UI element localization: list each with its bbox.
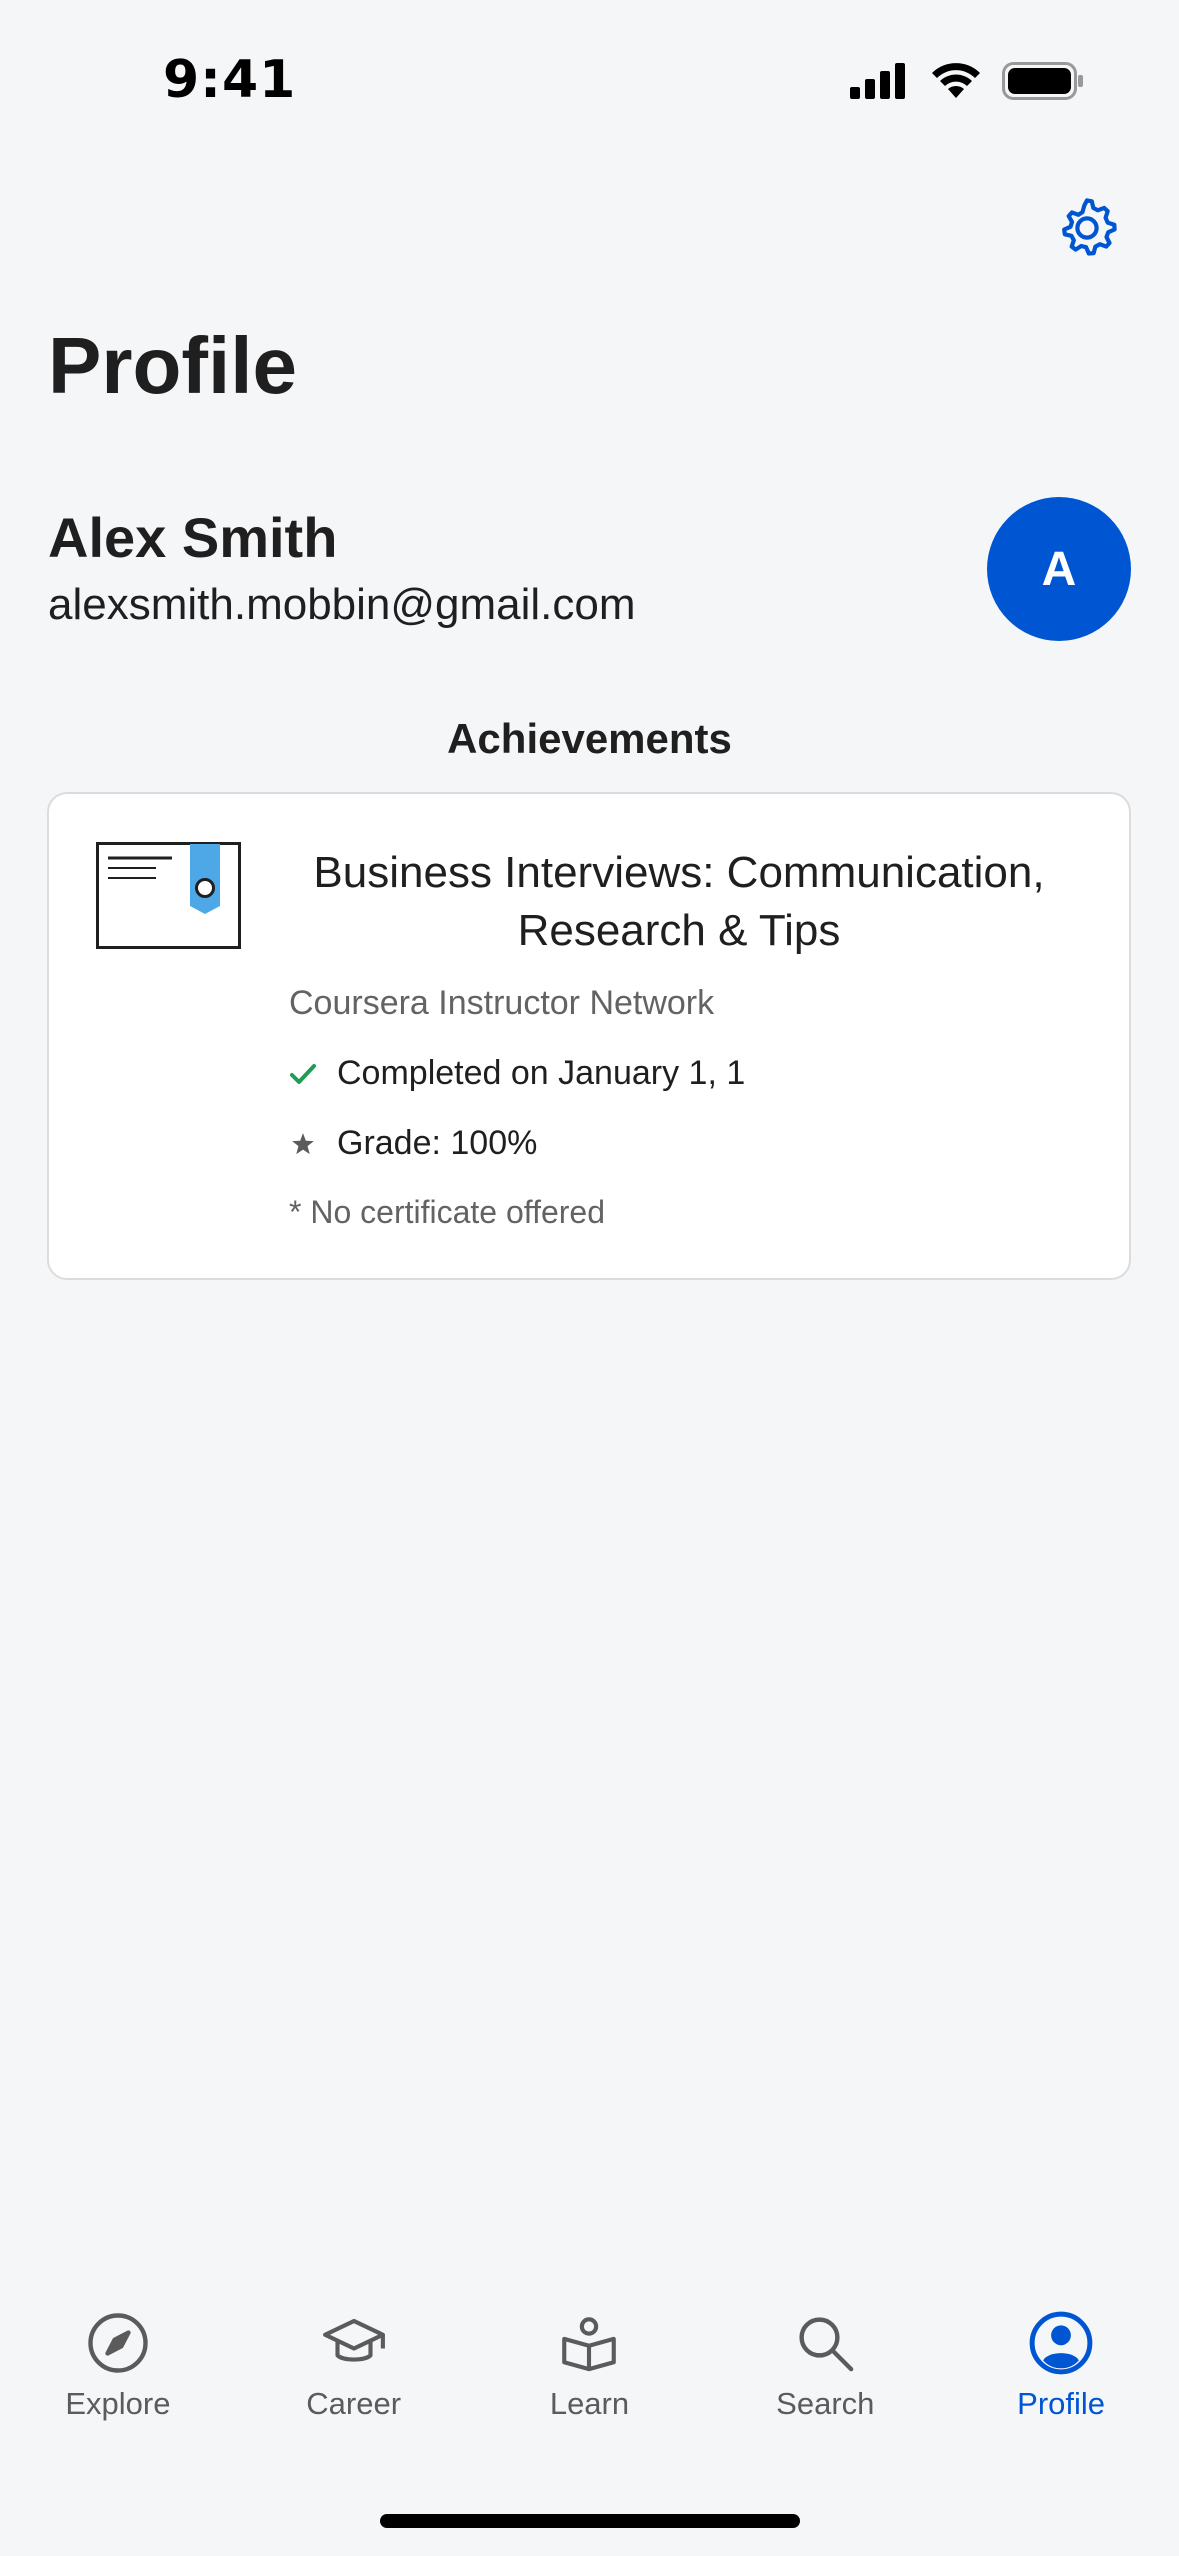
tab-label: Search — [776, 2386, 875, 2421]
tab-learn[interactable]: Learn — [489, 2310, 689, 2460]
achievement-card[interactable]: Business Interviews: Communication, Rese… — [47, 792, 1131, 1280]
tab-explore[interactable]: Explore — [18, 2310, 218, 2460]
tab-career[interactable]: Career — [254, 2310, 454, 2460]
wifi-icon — [930, 62, 982, 105]
cellular-signal-icon — [850, 63, 910, 104]
book-reader-icon — [556, 2310, 622, 2376]
achievements-title: Achievements — [447, 715, 732, 762]
grade-row: Grade: 100% — [289, 1124, 537, 1163]
tab-search[interactable]: Search — [725, 2310, 925, 2460]
avatar[interactable]: A — [987, 497, 1131, 641]
search-icon — [792, 2310, 858, 2376]
tab-bar: Explore Career Learn Search Profile — [0, 2310, 1179, 2460]
certificate-note: * No certificate offered — [289, 1194, 606, 1230]
tab-label: Explore — [65, 2386, 171, 2421]
profile-icon — [1028, 2310, 1094, 2376]
graduation-cap-icon — [321, 2310, 387, 2376]
status-time: 9:41 — [163, 50, 297, 110]
checkmark-icon — [289, 1063, 317, 1085]
user-name: Alex Smith — [48, 506, 338, 569]
course-title[interactable]: Business Interviews: Communication, Rese… — [279, 844, 1079, 960]
completion-date: Completed on January 1, 1 — [337, 1054, 746, 1092]
star-icon — [289, 1131, 317, 1157]
user-email: alexsmith.mobbin@gmail.com — [48, 580, 636, 629]
status-icons — [850, 62, 1084, 105]
certificate-icon — [96, 842, 242, 955]
compass-icon — [85, 2310, 151, 2376]
tab-label: Learn — [549, 2386, 630, 2421]
status-bar: 9:41 — [0, 0, 1179, 150]
grade-text: Grade: 100% — [337, 1124, 538, 1162]
completion-row: Completed on January 1, 1 — [289, 1054, 745, 1093]
tab-label: Career — [306, 2386, 402, 2421]
course-provider: Coursera Instructor Network — [289, 984, 715, 1022]
tab-profile[interactable]: Profile — [961, 2310, 1161, 2460]
tab-label: Profile — [1017, 2386, 1106, 2421]
settings-button[interactable] — [1047, 190, 1127, 270]
avatar-initial: A — [1041, 542, 1077, 596]
gear-icon — [1051, 192, 1123, 269]
page-title: Profile — [48, 321, 297, 410]
home-indicator — [380, 2514, 800, 2528]
battery-icon — [1002, 62, 1084, 105]
